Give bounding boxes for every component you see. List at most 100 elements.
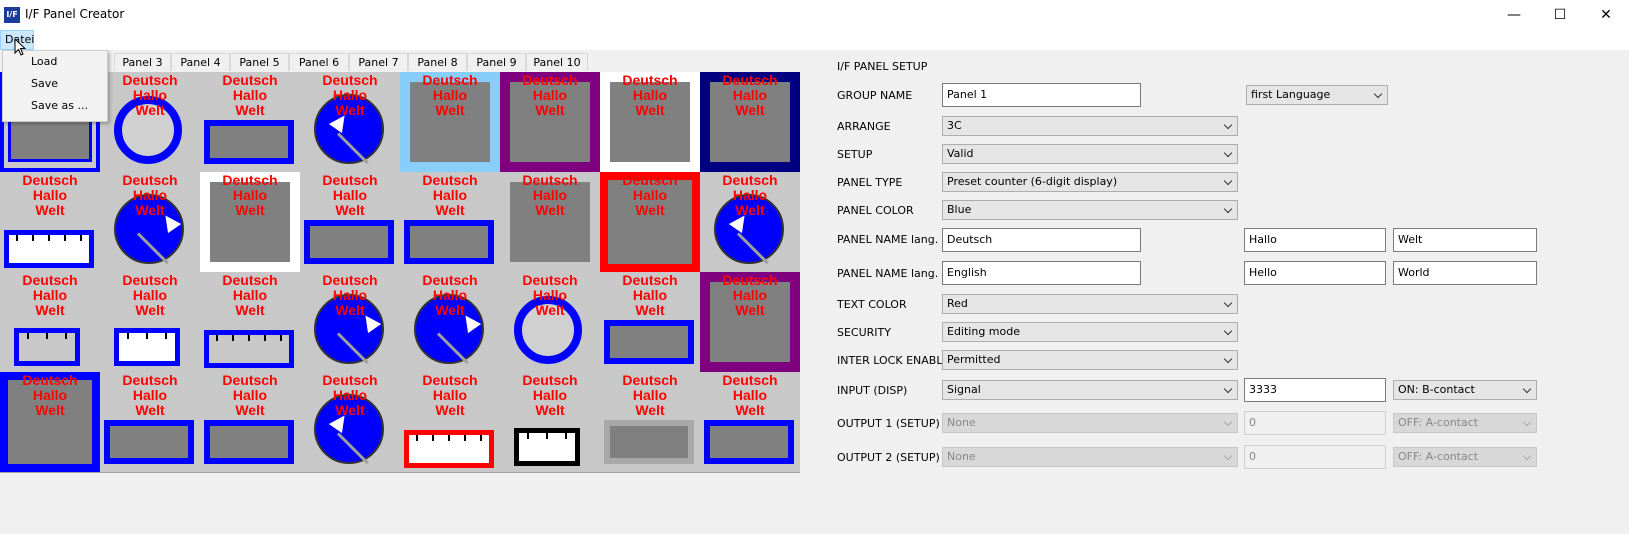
counter-display (304, 220, 394, 264)
output1-contact-select[interactable]: OFF: A-contact (1393, 413, 1537, 433)
panel-cell[interactable]: Deutsch Hallo Welt (100, 172, 200, 272)
panel-label: Deutsch Hallo Welt (22, 372, 78, 418)
input-value-field[interactable]: 3333 (1244, 378, 1386, 402)
output2-contact-select[interactable]: OFF: A-contact (1393, 447, 1537, 467)
counter-display (204, 420, 294, 464)
panel-label: Deutsch Hallo Welt (522, 372, 578, 418)
panel-label: Deutsch Hallo Welt (22, 272, 78, 318)
tab-panel-3[interactable]: Panel 3 (114, 53, 171, 71)
panel-label: Deutsch Hallo Welt (122, 372, 178, 418)
panel-label: Deutsch Hallo Welt (622, 372, 678, 418)
panel-label: Deutsch Hallo Welt (122, 272, 178, 318)
panel-label: Deutsch Hallo Welt (422, 372, 478, 418)
panel-cell[interactable]: Deutsch Hallo Welt (0, 172, 100, 272)
panel-name-lang2-input-1[interactable]: English (942, 261, 1141, 285)
tab-panel-8[interactable]: Panel 8 (408, 53, 467, 71)
input-disp-select[interactable]: Signal (942, 380, 1238, 400)
panel-cell[interactable]: Deutsch Hallo Welt (400, 372, 500, 472)
input-contact-select[interactable]: ON: B-contact (1393, 380, 1537, 400)
app-icon: I/F (4, 7, 20, 23)
panel-name-lang2-input-2[interactable]: Hello (1244, 261, 1386, 285)
output2-value-field[interactable]: 0 (1244, 445, 1386, 469)
panel-cell[interactable]: Deutsch Hallo Welt (700, 172, 800, 272)
panel-cell[interactable]: Deutsch Hallo Welt (500, 272, 600, 372)
panel-label: Deutsch Hallo Welt (722, 72, 778, 118)
counter-display (204, 120, 294, 164)
panel-cell[interactable]: Deutsch Hallo Welt (400, 272, 500, 372)
panel-label: Deutsch Hallo Welt (422, 72, 478, 118)
close-button[interactable]: ✕ (1583, 0, 1629, 30)
panel-cell[interactable]: Deutsch Hallo Welt (400, 172, 500, 272)
output1-select[interactable]: None (942, 413, 1238, 433)
menu-item-save-as[interactable]: Save as ... (3, 95, 107, 117)
arrange-select[interactable]: 3C (942, 116, 1238, 136)
panel-name-lang1-input-3[interactable]: Welt (1393, 228, 1537, 252)
output1-value-field[interactable]: 0 (1244, 411, 1386, 435)
panel-name-lang2-input-3[interactable]: World (1393, 261, 1537, 285)
panel-cell[interactable]: Deutsch Hallo Welt (200, 72, 300, 172)
maximize-button[interactable]: ☐ (1537, 0, 1583, 30)
panel-cell[interactable]: Deutsch Hallo Welt (700, 272, 800, 372)
panel-label: Deutsch Hallo Welt (722, 272, 778, 318)
panel-cell[interactable]: Deutsch Hallo Welt (200, 272, 300, 372)
panel-cell[interactable]: Deutsch Hallo Welt (200, 372, 300, 472)
panel-cell[interactable]: Deutsch Hallo Welt (300, 372, 400, 472)
panel-color-select[interactable]: Blue (942, 200, 1238, 220)
panel-name-lang2-label: PANEL NAME lang. 2 (837, 267, 949, 280)
panel-cell[interactable]: Deutsch Hallo Welt (0, 372, 100, 472)
arrange-label: ARRANGE (837, 120, 891, 133)
minimize-button[interactable]: — (1491, 0, 1537, 30)
language-select[interactable]: first Language (1246, 85, 1388, 105)
tab-panel-5[interactable]: Panel 5 (230, 53, 289, 71)
security-label: SECURITY (837, 326, 891, 339)
panel-type-select[interactable]: Preset counter (6-digit display) (942, 172, 1238, 192)
panel-cell[interactable]: Deutsch Hallo Welt (700, 72, 800, 172)
panel-cell[interactable]: Deutsch Hallo Welt (600, 172, 700, 272)
panel-label: Deutsch Hallo Welt (322, 372, 378, 418)
tab-panel-4[interactable]: Panel 4 (171, 53, 230, 71)
panel-cell[interactable]: Deutsch Hallo Welt (600, 372, 700, 472)
menu-item-save[interactable]: Save (3, 73, 107, 95)
setup-select[interactable]: Valid (942, 144, 1238, 164)
counter-display (204, 330, 294, 368)
panel-cell[interactable]: Deutsch Hallo Welt (100, 372, 200, 472)
panel-cell[interactable]: Deutsch Hallo Welt (600, 272, 700, 372)
interlock-select[interactable]: Permitted (942, 350, 1238, 370)
panel-name-lang1-input-2[interactable]: Hallo (1244, 228, 1386, 252)
output2-select[interactable]: None (942, 447, 1238, 467)
tab-panel-10[interactable]: Panel 10 (526, 53, 588, 71)
panel-cell[interactable]: Deutsch Hallo Welt (200, 172, 300, 272)
panel-label: Deutsch Hallo Welt (222, 172, 278, 218)
panel-label: Deutsch Hallo Welt (522, 172, 578, 218)
counter-display (114, 328, 180, 366)
panel-label: Deutsch Hallo Welt (722, 372, 778, 418)
counter-display (604, 320, 694, 364)
panel-type-label: PANEL TYPE (837, 176, 903, 189)
tab-panel-6[interactable]: Panel 6 (289, 53, 349, 71)
panel-cell[interactable]: Deutsch Hallo Welt (300, 72, 400, 172)
panel-cell[interactable]: Deutsch Hallo Welt (0, 272, 100, 372)
setup-label: SETUP (837, 148, 873, 161)
panel-cell[interactable]: Deutsch Hallo Welt (400, 72, 500, 172)
counter-display (604, 420, 694, 464)
panel-cell[interactable]: Deutsch Hallo Welt (100, 72, 200, 172)
security-select[interactable]: Editing mode (942, 322, 1238, 342)
panel-cell[interactable]: Deutsch Hallo Welt (500, 172, 600, 272)
text-color-select[interactable]: Red (942, 294, 1238, 314)
panel-cell[interactable]: Deutsch Hallo Welt (300, 272, 400, 372)
tab-panel-7[interactable]: Panel 7 (349, 53, 408, 71)
panel-cell[interactable]: Deutsch Hallo Welt (100, 272, 200, 372)
counter-display (514, 428, 580, 466)
panel-cell[interactable]: Deutsch Hallo Welt (700, 372, 800, 472)
group-name-input[interactable]: Panel 1 (942, 83, 1141, 107)
panel-name-lang1-input-1[interactable]: Deutsch (942, 228, 1141, 252)
panel-cell[interactable]: Deutsch Hallo Welt (500, 372, 600, 472)
tab-panel-9[interactable]: Panel 9 (467, 53, 526, 71)
panel-label: Deutsch Hallo Welt (622, 272, 678, 318)
panel-cell[interactable]: Deutsch Hallo Welt (500, 72, 600, 172)
panel-grid: Deutsch Hallo Welt Deutsch Hallo Welt Deutsc… (0, 72, 800, 473)
panel-cell[interactable]: Deutsch Hallo Welt (300, 172, 400, 272)
panel-cell[interactable]: Deutsch Hallo Welt (600, 72, 700, 172)
panel-label: Deutsch Hallo Welt (122, 172, 178, 218)
input-disp-label: INPUT (DISP) (837, 384, 908, 397)
